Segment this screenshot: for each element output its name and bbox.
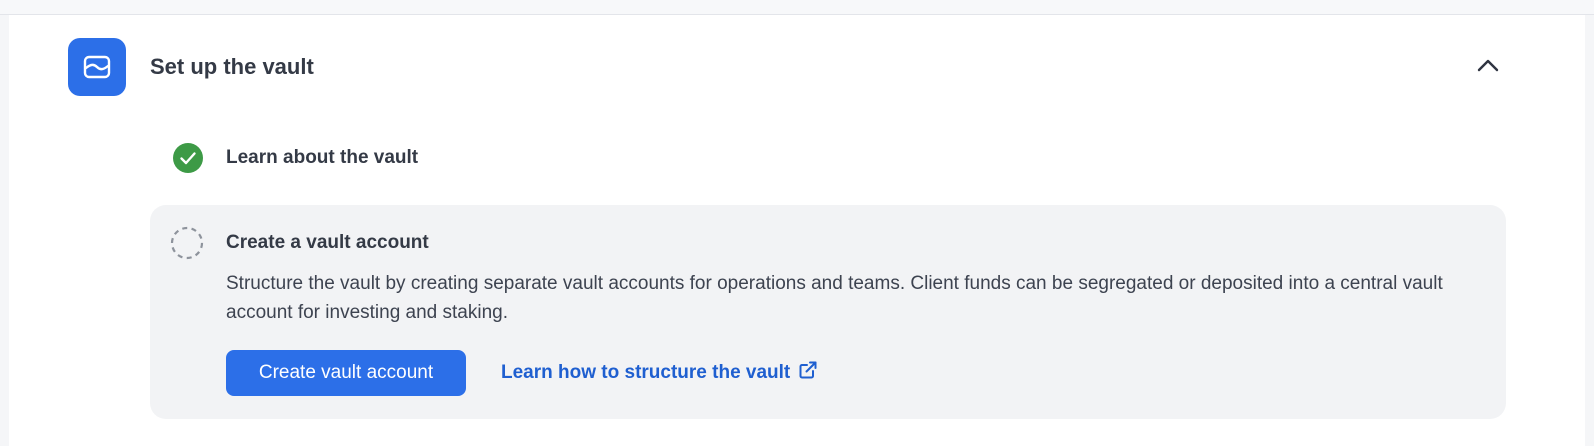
create-vault-account-button[interactable]: Create vault account [226,350,466,396]
section-title: Set up the vault [150,54,314,79]
structure-vault-link[interactable]: Learn how to structure the vault [501,359,818,387]
dashed-circle-icon [170,226,204,260]
step-title-create-account: Create a vault account [226,232,429,253]
collapse-toggle[interactable] [1472,51,1504,83]
step-panel-create-account: Create a vault account Structure the vau… [150,205,1506,419]
check-circle-icon [173,143,203,173]
vault-icon [68,38,126,96]
structure-vault-link-label: Learn how to structure the vault [501,362,791,383]
setup-card: Set up the vault Learn about the vault C… [9,15,1585,446]
top-strip [0,0,1594,15]
create-vault-account-label: Create vault account [258,362,434,383]
chevron-up-icon [1477,58,1499,77]
step-description: Structure the vault by creating separate… [226,273,1443,323]
step-label-learn[interactable]: Learn about the vault [226,143,418,173]
external-link-icon [798,360,818,386]
